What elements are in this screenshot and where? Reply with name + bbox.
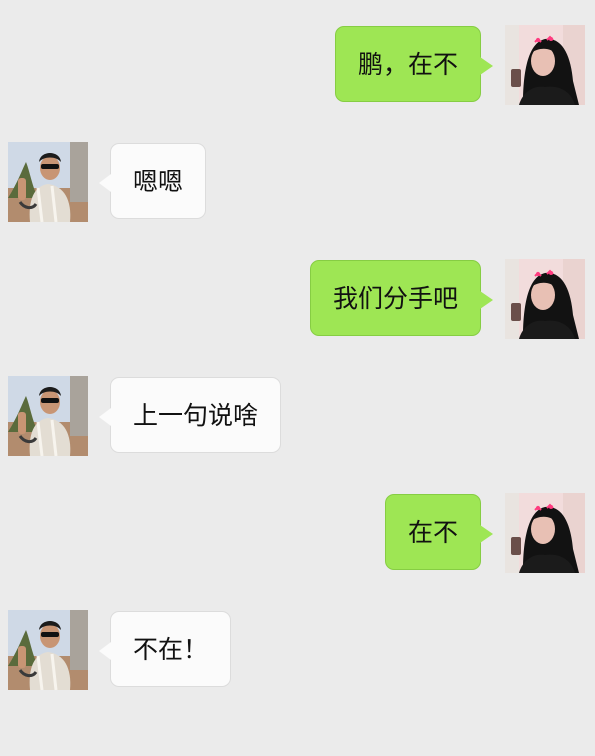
message-row-incoming: 嗯嗯 (0, 142, 595, 222)
message-bubble-outgoing[interactable]: 在不 (384, 494, 493, 570)
boy-avatar[interactable] (8, 376, 88, 456)
bubble-tail (480, 57, 493, 75)
message-row-incoming: 不在！ (0, 610, 595, 690)
message-text: 嗯嗯 (133, 167, 184, 196)
message-row-outgoing: 在不 (0, 493, 595, 573)
bubble-tail (480, 525, 493, 543)
message-row-outgoing: 我们分手吧 (0, 259, 595, 339)
boy-avatar[interactable] (8, 142, 88, 222)
girl-avatar[interactable] (505, 259, 585, 339)
message-bubble-incoming[interactable]: 嗯嗯 (99, 143, 207, 219)
message-bubble-outgoing[interactable]: 我们分手吧 (309, 260, 493, 336)
message-bubble-incoming[interactable]: 不在！ (99, 611, 232, 687)
message-bubble-incoming[interactable]: 上一句说啥 (99, 377, 282, 453)
girl-avatar[interactable] (505, 493, 585, 573)
message-text: 上一句说啥 (133, 401, 259, 430)
message-text: 我们分手吧 (332, 284, 458, 313)
bubble-tail (99, 174, 111, 192)
message-text: 鹏，在不 (357, 50, 458, 79)
message-row-incoming: 上一句说啥 (0, 376, 595, 456)
message-row-outgoing: 鹏，在不 (0, 25, 595, 105)
message-text: 在不 (407, 518, 458, 547)
bubble-tail (99, 642, 111, 660)
message-text: 不在！ (133, 635, 209, 664)
boy-avatar[interactable] (8, 610, 88, 690)
message-bubble-outgoing[interactable]: 鹏，在不 (334, 26, 493, 102)
girl-avatar[interactable] (505, 25, 585, 105)
chat-message-list: 鹏，在不 嗯嗯 我们分手吧 上一句说啥 在不 不在！ (0, 0, 595, 756)
bubble-tail (99, 408, 111, 426)
bubble-tail (480, 291, 493, 309)
